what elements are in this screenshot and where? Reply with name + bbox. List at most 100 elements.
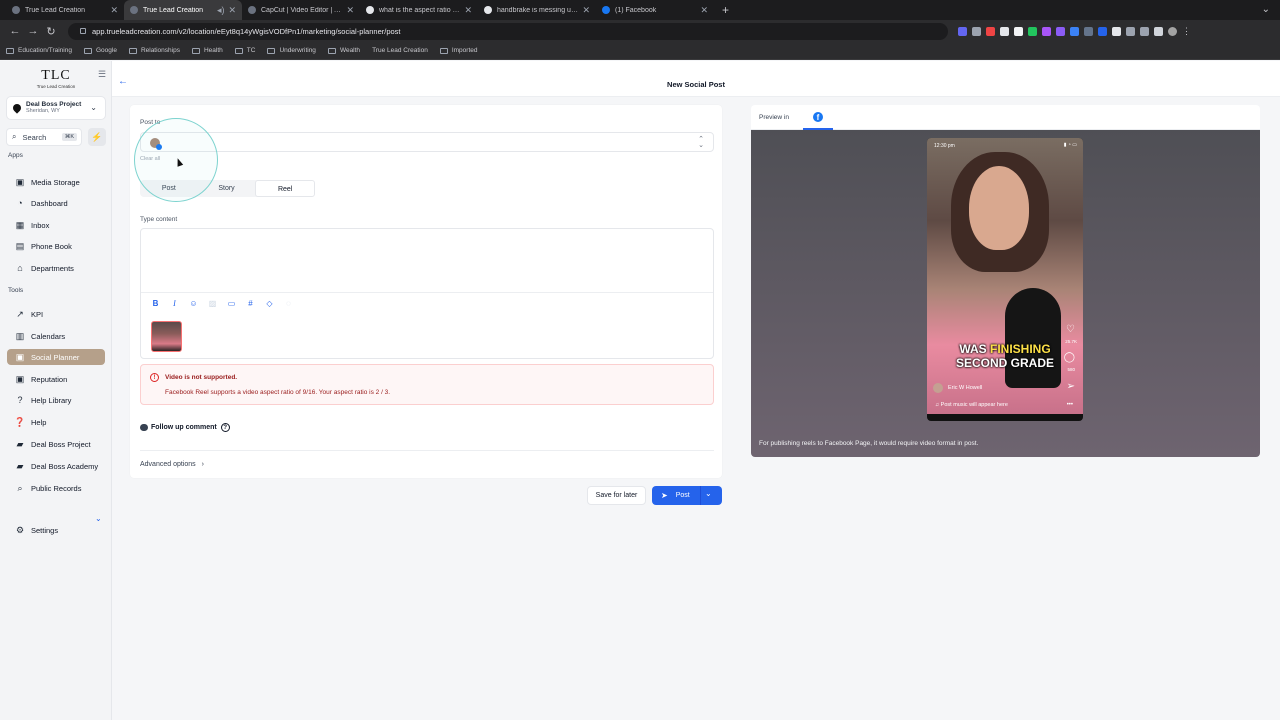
video-icon[interactable]: ▭ xyxy=(227,299,236,308)
tab-reel[interactable]: Reel xyxy=(255,180,316,197)
content-editor[interactable]: B I ☺ ▨ ▭ # ◇ ◌ xyxy=(140,228,714,359)
extension-icon[interactable] xyxy=(1084,26,1093,36)
reel-author: Eric W Howell xyxy=(933,383,982,393)
sidebar-item-calendars[interactable]: ▥ Calendars xyxy=(7,328,105,344)
tab-title: what is the aspect ratio for fa xyxy=(379,6,461,14)
collapse-menu-icon[interactable]: ☰ xyxy=(98,69,106,80)
mute-icon[interactable]: ◂) xyxy=(217,5,225,16)
bookmark-link[interactable]: True Lead Creation xyxy=(372,47,428,54)
sidebar-item-help-library[interactable]: ? Help Library xyxy=(7,392,105,408)
browser-tab[interactable]: (1) Facebook ✕ xyxy=(596,0,714,20)
close-tab-icon[interactable]: ✕ xyxy=(346,5,354,16)
browser-tab[interactable]: handbrake is messing up my ✕ xyxy=(478,0,596,20)
sidebar-item-help[interactable]: ❓ Help xyxy=(7,414,105,430)
sidebar-item-reputation[interactable]: ▣ Reputation xyxy=(7,371,105,387)
quick-actions-bolt-icon[interactable]: ⚡ xyxy=(88,128,106,146)
chevron-down-icon: ⌄ xyxy=(90,103,97,112)
reel-preview: 12:30 pm ▮ ◔ ▭ WAS FINISHING SECOND GRAD… xyxy=(927,138,1083,421)
bold-icon[interactable]: B xyxy=(151,299,160,308)
close-tab-icon[interactable]: ✕ xyxy=(228,5,236,16)
extension-icon[interactable] xyxy=(972,26,981,36)
bookmark-folder[interactable]: TC xyxy=(234,47,255,54)
tag-icon[interactable]: ◇ xyxy=(265,299,274,308)
browser-tab-active[interactable]: True Lead Creation ◂) ✕ xyxy=(124,0,242,20)
bookmark-folder[interactable]: Google xyxy=(83,47,117,54)
bookmark-folder[interactable]: Underwriting xyxy=(267,47,316,54)
logo[interactable]: TLC True Lead Creation xyxy=(36,68,76,89)
close-tab-icon[interactable]: ✕ xyxy=(700,5,708,16)
location-switcher[interactable]: Deal Boss Project Sheridan, WY ⌄ xyxy=(6,96,106,120)
extension-icon[interactable] xyxy=(1028,26,1037,36)
google-favicon-icon xyxy=(484,6,492,14)
advanced-options-toggle[interactable]: Advanced options › xyxy=(140,461,204,468)
post-button[interactable]: ➤ Post ⌄ xyxy=(652,486,722,505)
extension-icon[interactable] xyxy=(1042,26,1051,36)
sidebar-item-social-planner[interactable]: ▣ Social Planner xyxy=(7,349,105,365)
sidebar-item-media-storage[interactable]: ▣ Media Storage xyxy=(7,174,105,190)
sidebar-item-inbox[interactable]: ▦ Inbox xyxy=(7,217,105,233)
reload-icon[interactable]: ↻ xyxy=(42,25,60,38)
sidebar-item-phone-book[interactable]: ▤ Phone Book xyxy=(7,238,105,254)
tab-favicon-icon xyxy=(130,6,138,14)
folder-icon xyxy=(83,47,92,54)
question-circle-icon[interactable]: ? xyxy=(220,423,230,432)
sidebar-item-departments[interactable]: ⌂ Departments xyxy=(7,260,105,276)
italic-icon[interactable]: I xyxy=(170,299,179,308)
media-icon[interactable] xyxy=(1126,26,1135,36)
close-tab-icon[interactable]: ✕ xyxy=(110,5,118,16)
extension-icon[interactable] xyxy=(958,26,967,36)
location-name: Deal Boss Project xyxy=(26,101,82,108)
tab-title: CapCut | Video Editor | All-in xyxy=(261,6,343,14)
extension-icon[interactable] xyxy=(986,26,995,36)
sidebar-item-label: Help xyxy=(31,417,47,427)
bookmark-folder[interactable]: Health xyxy=(191,47,223,54)
emoji-icon[interactable]: ☺ xyxy=(189,299,198,308)
browser-tab[interactable]: True Lead Creation ✕ xyxy=(6,0,124,20)
advanced-options-label: Advanced options xyxy=(140,461,196,468)
follow-up-comment-toggle[interactable]: Follow up comment ? xyxy=(140,423,230,432)
video-caption: WAS FINISHING SECOND GRADE xyxy=(927,342,1083,370)
back-icon[interactable]: ← xyxy=(6,25,24,37)
video-thumbnail[interactable] xyxy=(151,321,182,352)
browser-menu-icon[interactable]: ⋮ xyxy=(1182,26,1191,36)
sidebar-search[interactable]: ⌕ Search ⌘K xyxy=(6,128,82,146)
bookmark-folder[interactable]: Relationships xyxy=(128,47,180,54)
browser-tab[interactable]: what is the aspect ratio for fa ✕ xyxy=(360,0,478,20)
address-bar[interactable]: app.trueleadcreation.com/v2/location/eEy… xyxy=(68,22,948,40)
extension-icon[interactable] xyxy=(1056,26,1065,36)
sidebar-item-label: KPI xyxy=(31,309,44,319)
new-tab-icon[interactable]: + xyxy=(722,3,729,17)
mention-icon[interactable]: ◌ xyxy=(284,299,293,308)
bookmark-folder[interactable]: Imported xyxy=(439,47,477,54)
sidebar-item-public-records[interactable]: ⌕ Public Records xyxy=(7,480,105,496)
account-select[interactable]: ⌃ ⌄ xyxy=(140,132,714,152)
tab-search-icon[interactable]: ⌄ xyxy=(1262,4,1270,15)
forward-icon[interactable]: → xyxy=(24,25,42,37)
browser-tab[interactable]: CapCut | Video Editor | All-in ✕ xyxy=(242,0,360,20)
extension-icon[interactable] xyxy=(1014,26,1023,36)
extension-icon[interactable] xyxy=(1000,26,1009,36)
bookmark-folder[interactable]: Wealth xyxy=(327,47,360,54)
sidebar-toggle-icon[interactable] xyxy=(1154,26,1163,36)
chevron-down-icon[interactable]: ⌄ xyxy=(705,489,712,498)
sidebar-item-dashboard[interactable]: ◔ Dashboard xyxy=(7,195,105,211)
close-tab-icon[interactable]: ✕ xyxy=(582,5,590,16)
sidebar-item-kpi[interactable]: ↗ KPI xyxy=(7,306,105,322)
close-tab-icon[interactable]: ✕ xyxy=(464,5,472,16)
extensions-puzzle-icon[interactable] xyxy=(1112,26,1121,36)
image-icon[interactable]: ▨ xyxy=(208,299,217,308)
save-for-later-button[interactable]: Save for later xyxy=(587,486,646,505)
site-info-icon[interactable] xyxy=(80,28,86,34)
extension-icon[interactable] xyxy=(1070,26,1079,36)
download-icon[interactable] xyxy=(1140,26,1149,36)
bookmark-folder[interactable]: Education/Training xyxy=(6,47,72,54)
sidebar-item-settings[interactable]: ⚙ Settings xyxy=(7,522,105,538)
search-icon: ⌕ xyxy=(12,132,17,141)
extension-icon[interactable] xyxy=(1098,26,1107,36)
profile-avatar[interactable] xyxy=(1168,26,1177,36)
sidebar-item-deal-boss-project[interactable]: ▰ Deal Boss Project xyxy=(7,436,105,452)
sidebar-item-deal-boss-academy[interactable]: ▰ Deal Boss Academy xyxy=(7,458,105,474)
hashtag-icon[interactable]: # xyxy=(246,299,255,308)
bookmark-label: Underwriting xyxy=(279,47,316,54)
facebook-icon[interactable]: f xyxy=(813,112,823,122)
